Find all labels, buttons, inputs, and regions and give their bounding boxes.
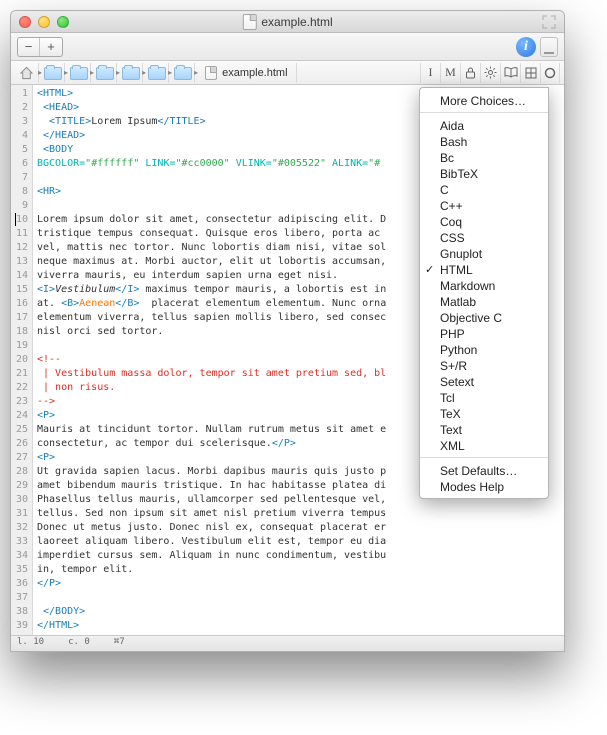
status-line: l. 10 bbox=[17, 637, 44, 650]
minus-button[interactable]: − bbox=[18, 38, 40, 56]
menu-item-text[interactable]: Text bbox=[420, 421, 548, 437]
menu-item-bc[interactable]: Bc bbox=[420, 149, 548, 165]
toolbar: − + i bbox=[11, 33, 564, 61]
window-controls bbox=[19, 16, 69, 28]
plus-button[interactable]: + bbox=[40, 38, 62, 56]
menu-item-aida[interactable]: Aida bbox=[420, 117, 548, 133]
i-icon[interactable]: I bbox=[420, 63, 440, 83]
folder-5[interactable] bbox=[145, 63, 169, 83]
drawer-button[interactable] bbox=[540, 37, 558, 57]
zoom-segment: − + bbox=[17, 37, 63, 57]
grid-icon[interactable] bbox=[520, 63, 540, 83]
editor-window: example.html − + i ▸ ▸ ▸ ▸ ▸ ▸ ▸ example… bbox=[10, 10, 565, 652]
status-sym: ⌘7 bbox=[114, 637, 125, 650]
gear-icon[interactable] bbox=[480, 63, 500, 83]
fullscreen-icon[interactable] bbox=[542, 15, 556, 29]
menu-modes-help[interactable]: Modes Help bbox=[420, 478, 548, 494]
menu-item-html[interactable]: HTML bbox=[420, 261, 548, 277]
home-button[interactable] bbox=[15, 63, 39, 83]
file-tab[interactable]: example.html bbox=[197, 63, 296, 83]
file-tab-label: example.html bbox=[222, 67, 287, 79]
folder-6[interactable] bbox=[171, 63, 195, 83]
folder-3[interactable] bbox=[93, 63, 117, 83]
menu-item-c-[interactable]: C++ bbox=[420, 197, 548, 213]
menu-item-gnuplot[interactable]: Gnuplot bbox=[420, 245, 548, 261]
minimize-button[interactable] bbox=[38, 16, 50, 28]
folder-2[interactable] bbox=[67, 63, 91, 83]
menu-item-tcl[interactable]: Tcl bbox=[420, 389, 548, 405]
window-title: example.html bbox=[261, 15, 332, 29]
menu-set-defaults[interactable]: Set Defaults… bbox=[420, 462, 548, 478]
menu-item-bash[interactable]: Bash bbox=[420, 133, 548, 149]
title-area: example.html bbox=[242, 14, 332, 30]
circle-icon[interactable] bbox=[540, 63, 560, 83]
document-icon bbox=[205, 66, 217, 80]
menu-item-css[interactable]: CSS bbox=[420, 229, 548, 245]
book-icon[interactable] bbox=[500, 63, 520, 83]
menu-item-matlab[interactable]: Matlab bbox=[420, 293, 548, 309]
menu-item-s-r[interactable]: S+/R bbox=[420, 357, 548, 373]
menu-item-bibtex[interactable]: BibTeX bbox=[420, 165, 548, 181]
path-bar: ▸ ▸ ▸ ▸ ▸ ▸ ▸ example.html I M bbox=[11, 61, 564, 85]
menu-item-python[interactable]: Python bbox=[420, 341, 548, 357]
lock-icon[interactable] bbox=[460, 63, 480, 83]
m-icon[interactable]: M bbox=[440, 63, 460, 83]
folder-1[interactable] bbox=[41, 63, 65, 83]
folder-4[interactable] bbox=[119, 63, 143, 83]
menu-item-xml[interactable]: XML bbox=[420, 437, 548, 453]
menu-item-tex[interactable]: TeX bbox=[420, 405, 548, 421]
close-button[interactable] bbox=[19, 16, 31, 28]
line-gutter: 1234567891011121314151617181920212223242… bbox=[11, 85, 33, 635]
menu-item-setext[interactable]: Setext bbox=[420, 373, 548, 389]
mode-menu: More Choices… AidaBashBcBibTeXCC++CoqCSS… bbox=[419, 87, 549, 499]
menu-item-php[interactable]: PHP bbox=[420, 325, 548, 341]
menu-item-objective-c[interactable]: Objective C bbox=[420, 309, 548, 325]
menu-item-c[interactable]: C bbox=[420, 181, 548, 197]
menu-item-coq[interactable]: Coq bbox=[420, 213, 548, 229]
zoom-button[interactable] bbox=[57, 16, 69, 28]
status-bar: l. 10 c. 0 ⌘7 bbox=[11, 635, 564, 651]
info-button[interactable]: i bbox=[516, 37, 536, 57]
menu-more-choices[interactable]: More Choices… bbox=[420, 92, 548, 108]
menu-item-markdown[interactable]: Markdown bbox=[420, 277, 548, 293]
status-col: c. 0 bbox=[68, 637, 90, 650]
document-icon bbox=[242, 14, 256, 30]
titlebar[interactable]: example.html bbox=[11, 11, 564, 33]
